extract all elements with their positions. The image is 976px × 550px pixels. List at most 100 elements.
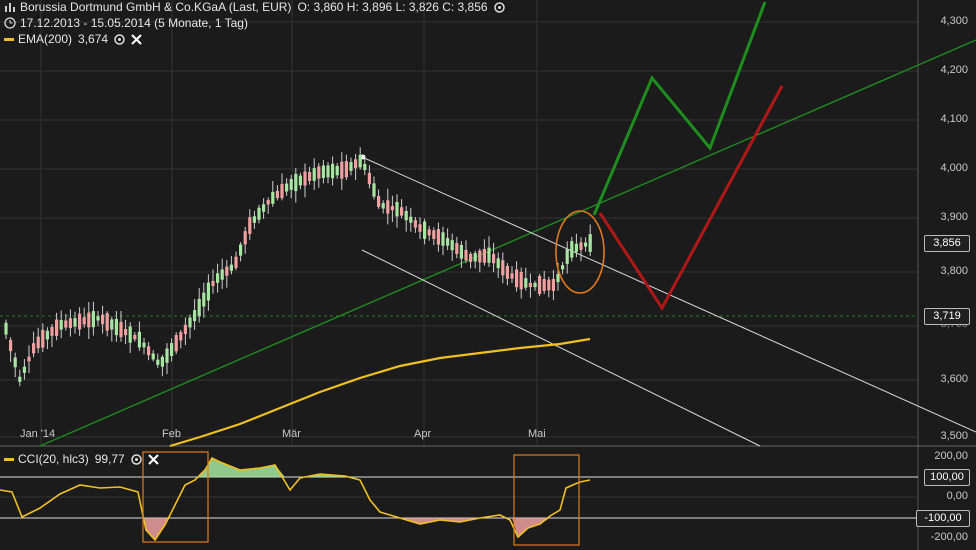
candle-body: [496, 258, 500, 269]
candle-body: [579, 242, 583, 250]
candle-body: [335, 165, 339, 176]
candle-body: [321, 165, 325, 178]
candle-body: [87, 312, 91, 328]
candle-body: [91, 311, 95, 328]
candle-body: [400, 207, 404, 216]
candle-body: [18, 376, 22, 382]
ema-legend: EMA(200) 3,674: [4, 32, 142, 46]
candle-body: [170, 343, 174, 357]
candle-body: [432, 230, 436, 239]
bullish-scenario-line[interactable]: [592, 1, 767, 216]
candle-body: [188, 317, 192, 328]
ema-line: [169, 337, 591, 448]
ema-close-icon[interactable]: [131, 33, 142, 45]
price-tick: 3,600: [940, 373, 968, 385]
candle-body: [239, 244, 243, 256]
candle-body: [142, 342, 146, 348]
instrument-name: Borussia Dortmund GmbH & Co.KGaA (Last, …: [20, 0, 292, 14]
cci-close-icon[interactable]: [148, 453, 159, 465]
candle-body: [317, 166, 321, 179]
candle-body: [13, 357, 17, 368]
candle-body: [257, 207, 261, 220]
cci-value: 99,77: [94, 452, 125, 466]
candle-body: [137, 331, 141, 348]
candle-body: [262, 204, 266, 212]
candle-body: [423, 221, 427, 239]
candle-body: [32, 343, 36, 354]
ema-settings-icon[interactable]: [114, 33, 125, 45]
candle-body: [119, 321, 123, 338]
candle-body: [50, 326, 54, 336]
candle-body: [22, 366, 26, 373]
candle-body: [193, 310, 197, 322]
candle-body: [386, 200, 390, 214]
candle-body: [303, 171, 307, 186]
candle-body: [156, 359, 160, 365]
price-tick: 4,100: [940, 113, 968, 125]
candle-body: [285, 183, 289, 192]
candle-body: [538, 276, 542, 294]
candle-body: [574, 243, 578, 252]
candle-body: [381, 203, 385, 209]
candle-body: [9, 339, 13, 352]
candle-body: [220, 269, 224, 280]
candle-body: [289, 179, 293, 190]
candle-body: [308, 172, 312, 181]
candle-body: [455, 243, 459, 254]
ema-swatch: [4, 37, 14, 41]
highlight-ellipse[interactable]: [555, 210, 605, 294]
cci-settings-icon[interactable]: [130, 453, 142, 465]
candle-body: [418, 224, 422, 232]
candle-body: [377, 196, 381, 207]
candle-body: [561, 265, 565, 270]
candle-body: [234, 256, 238, 269]
candle-body: [528, 282, 532, 288]
channel-lower-line[interactable]: [361, 249, 761, 447]
candle-body: [174, 335, 178, 352]
candle-body: [459, 244, 463, 259]
candle-body: [294, 173, 298, 192]
clock-icon: [4, 17, 16, 29]
candle-body: [344, 161, 348, 178]
cci-tick: 0,00: [946, 490, 968, 502]
candle-body: [326, 165, 330, 178]
settings-circle-icon[interactable]: [493, 1, 505, 13]
candle-body: [409, 216, 413, 223]
candle-body: [41, 329, 45, 348]
candle-body: [27, 356, 31, 362]
price-tick: 3,800: [940, 265, 968, 277]
candle-body: [59, 319, 63, 330]
candle-body: [588, 234, 592, 252]
cci-swatch: [4, 457, 14, 461]
candle-body: [441, 232, 445, 246]
chart-icon: [4, 1, 16, 13]
candle-body: [505, 265, 509, 279]
candle-body: [469, 253, 473, 262]
candle-body: [515, 269, 519, 288]
price-tick: 4,200: [940, 64, 968, 76]
cci-tick: -200,00: [930, 531, 968, 543]
last-price-tag: 3,856: [924, 235, 970, 252]
instrument-header: Borussia Dortmund GmbH & Co.KGaA (Last, …: [4, 0, 505, 14]
candle-body: [114, 318, 118, 336]
candle-body: [312, 168, 316, 181]
time-tick: Feb: [162, 428, 181, 440]
candle-body: [482, 248, 486, 263]
candle-body: [298, 175, 302, 186]
candle-body: [413, 220, 417, 228]
candle-body: [446, 238, 450, 246]
candle-body: [183, 324, 187, 335]
candle-body: [147, 346, 151, 356]
bearish-scenario-line[interactable]: [598, 85, 784, 311]
chart-canvas[interactable]: [0, 0, 976, 550]
cci-label: CCI(20, hlc3): [18, 452, 89, 466]
candle-body: [331, 163, 335, 179]
trendline-green[interactable]: [39, 39, 976, 447]
candle-body: [275, 190, 279, 199]
candle-body: [280, 183, 284, 199]
cci-tick-tag: 100,00: [924, 469, 970, 486]
candle-body: [363, 163, 367, 171]
candle-body: [354, 159, 358, 169]
candle-body: [450, 240, 454, 251]
time-tick: Mai: [528, 428, 546, 440]
